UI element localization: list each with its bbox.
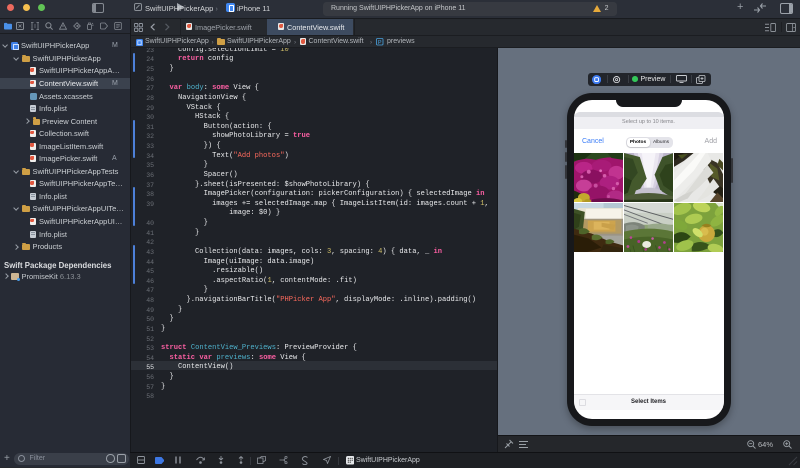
svg-text:P: P — [378, 40, 382, 46]
